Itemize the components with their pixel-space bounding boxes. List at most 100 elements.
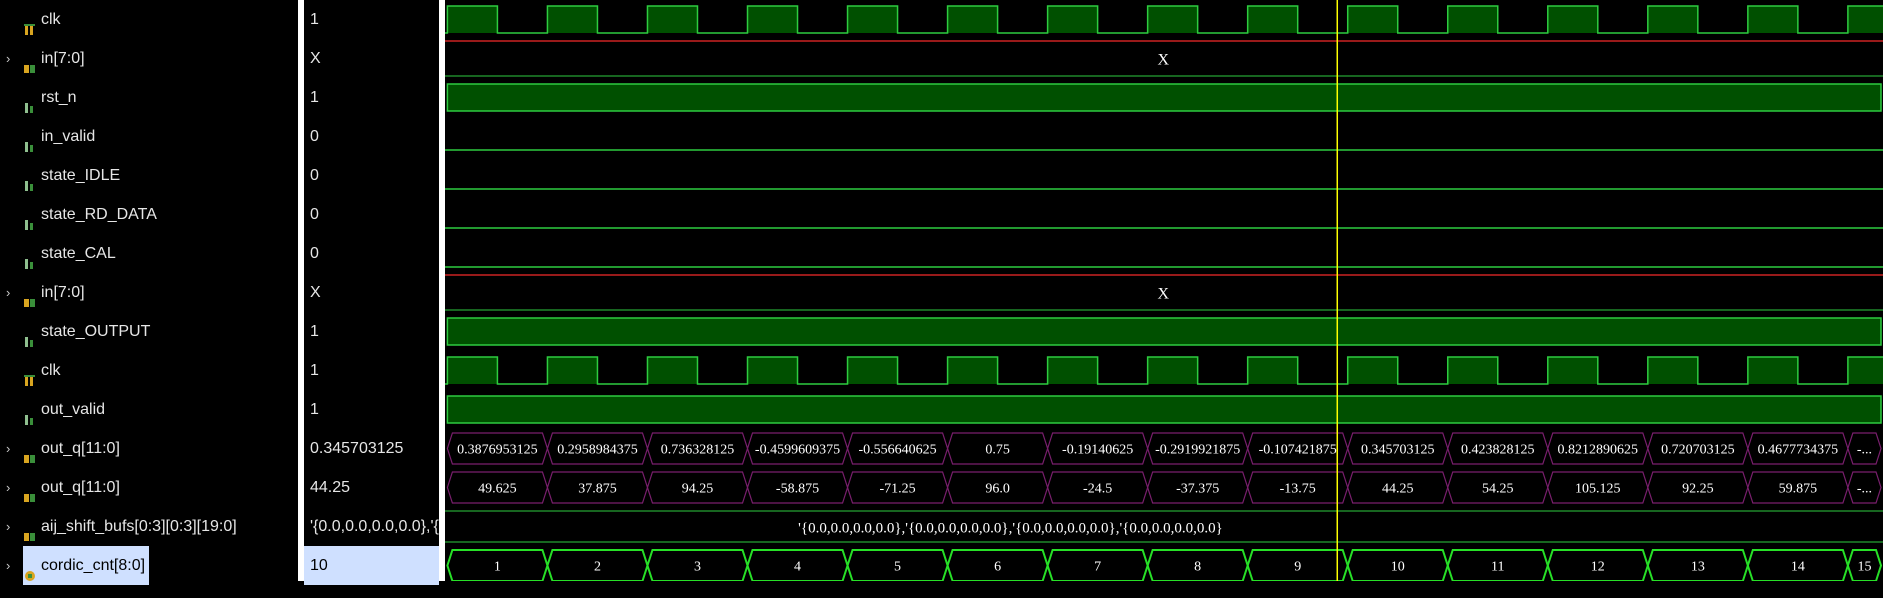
signal-value-row[interactable]: '{0.0,0.0,0.0,0.0},'{0.0,0.0,0.0,0.0}	[304, 507, 439, 546]
signal-name[interactable]: clk	[41, 351, 61, 390]
expand-chevron-icon[interactable]: ›	[6, 273, 10, 312]
signal-value-row[interactable]: X	[304, 39, 439, 78]
bus-segment-value: -37.375	[1176, 482, 1219, 497]
clock-high-pulse	[1247, 357, 1298, 384]
bus-segment-value: -0.19140625	[1062, 443, 1133, 458]
signal-value-row[interactable]: 0.345703125	[304, 429, 439, 468]
bus-segment-value: 14	[1791, 560, 1805, 575]
bus-icon	[23, 286, 37, 307]
signal-value: 1	[310, 89, 319, 106]
clock-high-pulse	[647, 6, 698, 33]
signal-name[interactable]: out_q[11:0]	[41, 429, 120, 468]
clock-high-pulse	[747, 357, 798, 384]
bus-segment-value: 7	[1094, 560, 1101, 575]
clock-high-pulse	[1347, 6, 1398, 33]
clock-high-pulse	[447, 357, 498, 384]
bus-segment-value: -0.556640625	[858, 443, 936, 458]
signal-value-row[interactable]: 1	[304, 390, 439, 429]
bus-icon	[23, 481, 37, 502]
signal-name[interactable]: state_IDLE	[41, 156, 120, 195]
bus-segment-value: -...	[1857, 443, 1872, 458]
signal-name[interactable]: aij_shift_bufs[0:3][0:3][19:0]	[41, 507, 237, 546]
counter-icon	[23, 559, 37, 581]
signal-value-row[interactable]: 44.25	[304, 468, 439, 507]
bus-segment-value: 13	[1691, 560, 1705, 575]
signal-value: 1	[310, 401, 319, 418]
signal-value-row[interactable]: X	[304, 273, 439, 312]
signal-icon	[23, 403, 37, 425]
signal-name[interactable]: state_OUTPUT	[41, 312, 150, 351]
signal-value-row[interactable]: 0	[304, 117, 439, 156]
signal-name[interactable]: in[7:0]	[41, 273, 85, 312]
clock-high-pulse	[1547, 6, 1598, 33]
bus-waveform: 49.625 37.875 94.25 -58.875 -71.25 96.0 -24.5 -…	[446, 471, 1882, 504]
bus-segment-value: 1	[494, 560, 501, 575]
expand-chevron-icon[interactable]: ›	[6, 39, 10, 78]
signal-row[interactable]: state_CAL	[0, 234, 298, 273]
signal-value: 1	[310, 362, 319, 379]
unknown-value-label: X	[1157, 286, 1169, 303]
signal-row[interactable]: state_OUTPUT	[0, 312, 298, 351]
signal-name[interactable]: clk	[41, 0, 61, 39]
signal-name[interactable]: state_RD_DATA	[41, 195, 157, 234]
signal-name[interactable]: in_valid	[41, 117, 95, 156]
signal-name[interactable]: out_q[11:0]	[41, 468, 120, 507]
signal-value-row[interactable]: 1	[304, 312, 439, 351]
bus-icon	[23, 442, 37, 463]
signal-row[interactable]: clk	[0, 351, 298, 390]
signal-name[interactable]: rst_n	[41, 78, 77, 117]
signal-value: '{0.0,0.0,0.0,0.0},'{0.0,0.0,0.0,0.0}	[310, 518, 439, 535]
expand-chevron-icon[interactable]: ›	[6, 546, 10, 585]
clock-waveform	[445, 5, 1883, 34]
signal-value-row[interactable]: 1	[304, 351, 439, 390]
signal-row[interactable]: state_IDLE	[0, 156, 298, 195]
signal-row[interactable]: › in[7:0]	[0, 39, 298, 78]
bus-segment-value: 12	[1591, 560, 1605, 575]
clock-high-pulse	[1347, 357, 1398, 384]
signal-value-row[interactable]: 0	[304, 156, 439, 195]
signal-value-pane: 1 X 1 0 0 0 0 X 1 1 1 0.345703125 44.25 '{0.0,0.0,0.0…	[304, 0, 439, 585]
bus-segment-value: 11	[1491, 560, 1504, 575]
bus-segment-value: 3	[694, 560, 701, 575]
signal-row[interactable]: › cordic_cnt[8:0]	[0, 546, 298, 585]
signal-row[interactable]: out_valid	[0, 390, 298, 429]
signal-value-row[interactable]: 10	[304, 546, 439, 585]
signal-row[interactable]: › aij_shift_bufs[0:3][0:3][19:0]	[0, 507, 298, 546]
signal-row[interactable]: clk	[0, 0, 298, 39]
bus-segment-value: 49.625	[478, 482, 516, 497]
clock-high-pulse	[447, 6, 498, 33]
clock-high-pulse	[847, 357, 898, 384]
waveform-canvas[interactable]: X X 0.3876953125 0.2958984375 0.736328125 -0.…	[445, 0, 1883, 582]
clock-high-pulse	[1447, 6, 1498, 33]
bus-icon	[23, 520, 37, 541]
clock-high-pulse	[1147, 357, 1198, 384]
clock-high-pulse	[647, 357, 698, 384]
expand-chevron-icon[interactable]: ›	[6, 507, 10, 546]
signal-row[interactable]: state_RD_DATA	[0, 195, 298, 234]
signal-value-row[interactable]: 1	[304, 0, 439, 39]
signal-value-row[interactable]: 0	[304, 195, 439, 234]
signal-row[interactable]: › in[7:0]	[0, 273, 298, 312]
signal-icon	[23, 91, 37, 113]
expand-chevron-icon[interactable]: ›	[6, 468, 10, 507]
signal-name[interactable]: state_CAL	[41, 234, 116, 273]
bus-segment-value: -...	[1857, 482, 1872, 497]
signal-row[interactable]: rst_n	[0, 78, 298, 117]
signal-value-row[interactable]: 0	[304, 234, 439, 273]
expand-chevron-icon[interactable]: ›	[6, 429, 10, 468]
clock-high-pulse	[1047, 6, 1098, 33]
waveform-pane[interactable]: X X 0.3876953125 0.2958984375 0.736328125 -0.…	[445, 0, 1883, 582]
high-level-waveform	[446, 395, 1882, 424]
signal-value-row[interactable]: 1	[304, 78, 439, 117]
signal-row[interactable]: › out_q[11:0]	[0, 429, 298, 468]
bus-waveform: 0.3876953125 0.2958984375 0.736328125 -0.45…	[446, 432, 1882, 465]
signal-name[interactable]: cordic_cnt[8:0]	[23, 546, 150, 585]
bus-segment-value: 9	[1294, 560, 1301, 575]
bus-segment-value: 6	[994, 560, 1001, 575]
signal-value: 0	[310, 245, 319, 262]
bus-segment-value: 54.25	[1482, 482, 1514, 497]
signal-row[interactable]: in_valid	[0, 117, 298, 156]
signal-name[interactable]: in[7:0]	[41, 39, 85, 78]
signal-row[interactable]: › out_q[11:0]	[0, 468, 298, 507]
signal-name[interactable]: out_valid	[41, 390, 105, 429]
